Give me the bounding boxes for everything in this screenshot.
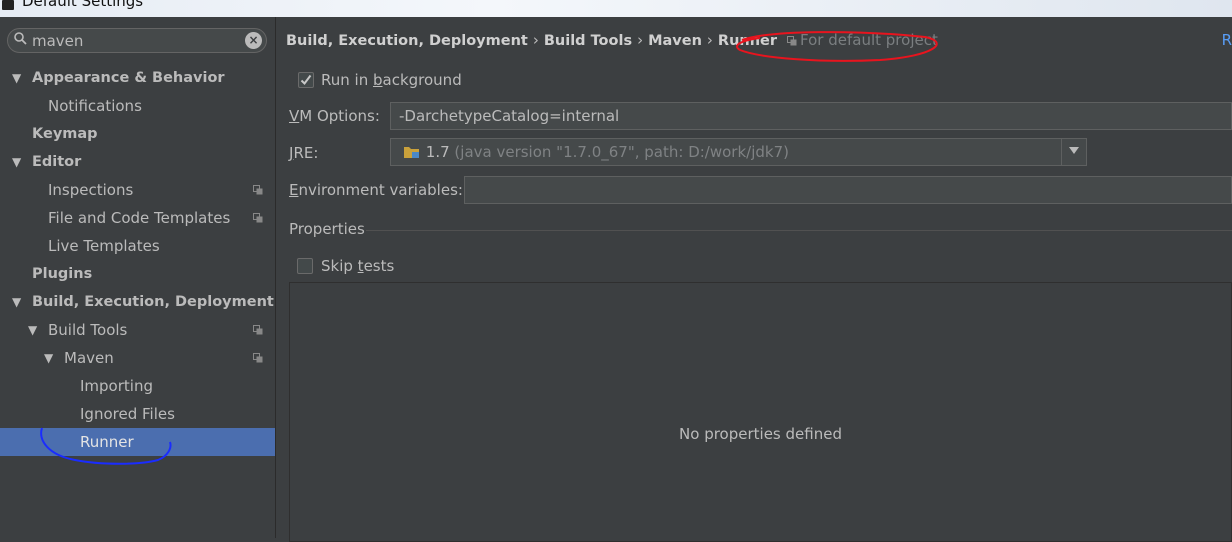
sidebar-item-ignored-files[interactable]: Ignored Files <box>0 400 275 428</box>
env-variables-field[interactable] <box>464 176 1232 204</box>
sidebar-item-label: Runner <box>80 433 134 451</box>
sidebar-item-label: Live Templates <box>48 237 160 255</box>
jre-detail: (java version "1.7.0_67", path: D:/work/… <box>454 143 789 161</box>
env-variables-label: Environment variables: <box>289 181 463 199</box>
run-in-background-checkbox[interactable] <box>298 72 314 88</box>
sidebar-item-editor[interactable]: ▼ Editor <box>0 148 275 176</box>
app-icon <box>2 0 14 10</box>
sidebar-item-plugins[interactable]: Plugins <box>0 260 275 288</box>
sidebar-item-label: Build Tools <box>48 321 128 339</box>
sidebar-item-label: Plugins <box>32 266 93 282</box>
sidebar-item-importing[interactable]: Importing <box>0 372 275 400</box>
settings-sidebar: × ▼ Appearance & Behavior Notifications Key… <box>0 17 276 538</box>
sidebar-item-label: Editor <box>32 154 82 170</box>
breadcrumb: Build, Execution, Deployment › Build Tools… <box>286 31 938 49</box>
sidebar-item-appearance-behavior[interactable]: ▼ Appearance & Behavior <box>0 64 275 92</box>
project-scope-icon <box>253 213 263 223</box>
sidebar-item-runner[interactable]: Runner <box>0 428 275 456</box>
breadcrumb-item-build-execution-deployment[interactable]: Build, Execution, Deployment <box>286 33 528 49</box>
sidebar-item-label: Importing <box>80 377 153 395</box>
project-scope-icon <box>253 185 263 195</box>
skip-tests-label[interactable]: Skip tests <box>321 257 394 275</box>
chevron-down-icon <box>1069 147 1079 154</box>
breadcrumb-separator: › <box>532 31 539 49</box>
project-scope-icon <box>787 36 797 46</box>
properties-table[interactable]: No properties defined <box>289 282 1232 542</box>
reset-link[interactable]: R <box>1222 31 1232 49</box>
sidebar-item-label: Appearance & Behavior <box>32 70 225 86</box>
expand-arrow-icon[interactable]: ▼ <box>12 148 21 176</box>
run-in-background-label[interactable]: Run in background <box>321 71 462 89</box>
jre-dropdown-button[interactable] <box>1061 139 1086 165</box>
jdk-folder-icon <box>404 147 419 158</box>
sidebar-item-build-execution-deployment[interactable]: ▼ Build, Execution, Deployment <box>0 288 275 316</box>
no-properties-text: No properties defined <box>679 425 842 443</box>
vm-options-label: VM Options: <box>289 107 380 125</box>
expand-arrow-icon[interactable]: ▼ <box>12 288 21 316</box>
checkmark-icon <box>300 74 312 86</box>
breadcrumb-separator: › <box>706 31 713 49</box>
runner-settings-panel: Build, Execution, Deployment › Build Tools… <box>276 17 1232 542</box>
sidebar-item-label: Notifications <box>48 97 142 115</box>
vm-options-field[interactable]: -DarchetypeCatalog=internal <box>390 102 1232 130</box>
sidebar-item-maven[interactable]: ▼ Maven <box>0 344 275 372</box>
sidebar-item-label: Build, Execution, Deployment <box>32 294 274 310</box>
search-icon <box>14 32 27 45</box>
expand-arrow-icon[interactable]: ▼ <box>28 316 37 344</box>
sidebar-item-label: Maven <box>64 349 114 367</box>
window-title: Default Settings <box>22 0 144 10</box>
sidebar-item-build-tools[interactable]: ▼ Build Tools <box>0 316 275 344</box>
sidebar-item-label: Keymap <box>32 126 98 142</box>
project-scope-icon <box>253 353 263 363</box>
sidebar-item-inspections[interactable]: Inspections <box>0 176 275 204</box>
settings-tree: ▼ Appearance & Behavior Notifications Keyma… <box>0 64 275 456</box>
clear-search-icon[interactable]: × <box>245 32 262 49</box>
sidebar-item-live-templates[interactable]: Live Templates <box>0 232 275 260</box>
breadcrumb-separator: › <box>637 31 644 49</box>
expand-arrow-icon[interactable]: ▼ <box>44 344 53 372</box>
jre-combobox[interactable]: 1.7 (java version "1.7.0_67", path: D:/w… <box>390 138 1087 166</box>
sidebar-item-keymap[interactable]: Keymap <box>0 120 275 148</box>
sidebar-item-label: File and Code Templates <box>48 209 231 227</box>
search-box[interactable]: × <box>7 28 267 53</box>
sidebar-item-label: Ignored Files <box>80 405 175 423</box>
jre-label: JRE: <box>289 144 319 162</box>
breadcrumb-item-build-tools[interactable]: Build Tools <box>544 33 632 49</box>
project-scope-icon <box>253 325 263 335</box>
sidebar-item-notifications[interactable]: Notifications <box>0 92 275 120</box>
sidebar-item-label: Inspections <box>48 181 134 199</box>
skip-tests-checkbox[interactable] <box>297 258 313 274</box>
expand-arrow-icon[interactable]: ▼ <box>12 64 21 92</box>
window-titlebar: Default Settings <box>0 0 1232 17</box>
breadcrumb-item-maven[interactable]: Maven <box>648 33 702 49</box>
breadcrumb-item-runner[interactable]: Runner <box>718 33 777 49</box>
sidebar-item-file-and-code-templates[interactable]: File and Code Templates <box>0 204 275 232</box>
properties-title: Properties <box>289 220 365 238</box>
jre-version: 1.7 <box>425 143 450 161</box>
breadcrumb-scope-label: For default project <box>800 31 938 49</box>
search-input[interactable] <box>32 31 242 50</box>
properties-divider <box>366 230 1232 231</box>
